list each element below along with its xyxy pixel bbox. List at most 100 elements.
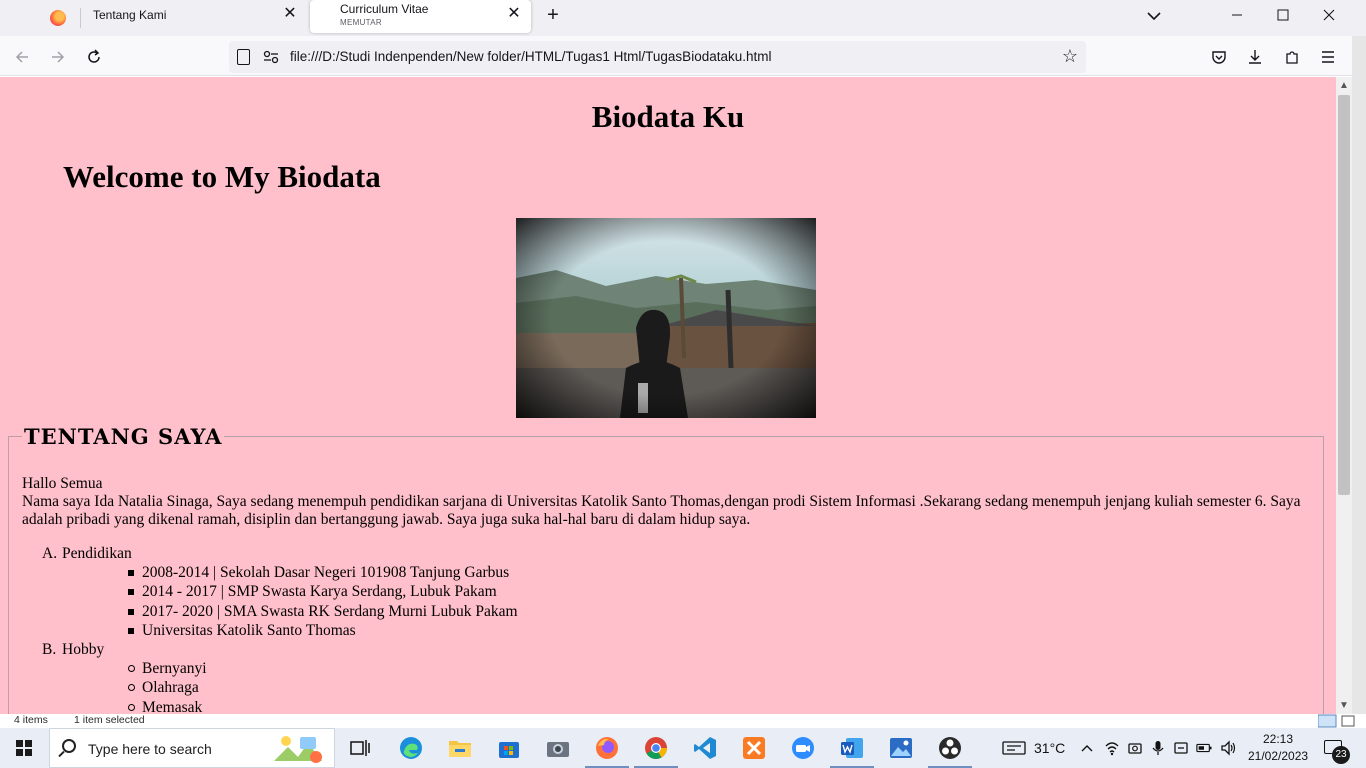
- list-item: Universitas Katolik Santo Thomas: [102, 621, 518, 640]
- pocket-button[interactable]: [1206, 44, 1232, 70]
- temperature-text[interactable]: 31°C: [1034, 728, 1065, 768]
- scroll-down-icon[interactable]: ▼: [1339, 700, 1349, 711]
- system-clock[interactable]: 22:13 21/02/2023: [1248, 731, 1308, 765]
- firefox-view-tab[interactable]: [38, 3, 78, 33]
- wifi-icon[interactable]: [1104, 740, 1120, 756]
- camera-privacy-icon[interactable]: [1127, 740, 1143, 756]
- greeting-text: Hallo Semua: [22, 475, 103, 492]
- welcome-heading: Welcome to My Biodata: [63, 159, 381, 194]
- page-title: Biodata Ku: [591, 99, 745, 134]
- edge-icon: [400, 737, 422, 759]
- bullet-circle-icon: [128, 703, 135, 711]
- explorer-status-bar: 4 items 1 item selected: [0, 714, 1366, 728]
- list-item-text: 2017- 2020 | SMA Swasta RK Serdang Murni…: [142, 602, 518, 620]
- forward-button[interactable]: [44, 44, 72, 70]
- store-icon: [499, 742, 519, 758]
- reload-button[interactable]: [80, 44, 108, 70]
- scroll-up-icon[interactable]: ▲: [1339, 80, 1349, 91]
- downloads-button[interactable]: [1242, 44, 1268, 70]
- taskbar-obs[interactable]: [928, 734, 972, 768]
- chevron-down-icon: [1147, 12, 1161, 21]
- tab-separator: [80, 8, 81, 28]
- tab-close-icon[interactable]: ✕: [281, 5, 299, 23]
- scrollbar-thumb[interactable]: [1338, 95, 1350, 495]
- window-close-button[interactable]: [1306, 0, 1352, 30]
- start-button[interactable]: [0, 728, 48, 768]
- tab-curriculum-vitae[interactable]: Curriculum Vitae MEMUTAR ✕: [310, 0, 531, 33]
- list-item-text: 2014 - 2017 | SMP Swasta Karya Serdang, …: [142, 583, 497, 601]
- taskbar-search[interactable]: Type here to search: [49, 728, 335, 768]
- page-viewport: Biodata Ku Welcome to My Biodata TENTANG…: [0, 77, 1336, 714]
- new-tab-button[interactable]: +: [541, 4, 565, 28]
- bullet-square-icon: [128, 627, 134, 634]
- about-legend: TENTANG SAYA: [22, 424, 225, 449]
- window-maximize-button[interactable]: [1260, 0, 1306, 30]
- browser-tab-bar: Tentang Kami ✕ Curriculum Vitae MEMUTAR …: [0, 0, 1366, 36]
- view-mode-icon[interactable]: [1318, 714, 1358, 728]
- intro-paragraph: Nama saya Ida Natalia Sinaga, Saya sedan…: [22, 493, 1301, 528]
- url-bar[interactable]: file:///D:/Studi Indenpenden/New folder/…: [229, 41, 1086, 73]
- about-intro: Hallo Semua Nama saya Ida Natalia Sinaga…: [22, 475, 1322, 529]
- permissions-icon[interactable]: [263, 50, 279, 64]
- search-placeholder: Type here to search: [88, 741, 212, 757]
- puzzle-icon: [1286, 51, 1298, 64]
- education-list: 2008-2014 | Sekolah Dasar Negeri 101908 …: [62, 563, 518, 640]
- battery-icon[interactable]: [1196, 740, 1212, 756]
- taskbar-chrome[interactable]: [634, 734, 678, 768]
- taskbar-xampp[interactable]: [740, 734, 768, 762]
- arrow-left-icon: [15, 51, 28, 63]
- weather-icon: [1002, 741, 1026, 755]
- microphone-icon[interactable]: [1150, 740, 1166, 756]
- weather-widget[interactable]: [1002, 728, 1026, 768]
- tab-title: Tentang Kami: [93, 8, 167, 22]
- hobby-list: Bernyanyi Olahraga Memasak: [62, 659, 518, 714]
- taskbar-firefox[interactable]: [585, 734, 629, 768]
- task-view-button[interactable]: [346, 734, 374, 762]
- item-count: 4 items: [14, 714, 48, 726]
- window-minimize-button[interactable]: [1214, 0, 1260, 30]
- word-icon: [841, 738, 863, 758]
- taskbar-edge[interactable]: [397, 734, 425, 762]
- search-highlight-icon[interactable]: [272, 733, 328, 765]
- back-button[interactable]: [8, 44, 36, 70]
- bullet-square-icon: [128, 608, 134, 615]
- url-text[interactable]: file:///D:/Studi Indenpenden/New folder/…: [290, 49, 772, 64]
- bullet-square-icon: [128, 570, 134, 577]
- chevron-up-icon: [1081, 745, 1093, 752]
- taskbar-microsoft-store[interactable]: [495, 734, 523, 762]
- folder-icon: [449, 741, 471, 757]
- list-item: Memasak: [102, 698, 518, 714]
- list-item: 2008-2014 | Sekolah Dasar Negeri 101908 …: [102, 563, 518, 582]
- taskbar-zoom[interactable]: [789, 734, 817, 762]
- bullet-circle-icon: [128, 665, 135, 673]
- taskbar-camera[interactable]: [544, 734, 572, 762]
- page-icon: [237, 49, 250, 65]
- list-item: 2017- 2020 | SMA Swasta RK Serdang Murni…: [102, 602, 518, 621]
- bookmark-star-icon[interactable]: ☆: [1062, 46, 1078, 67]
- taskbar-file-explorer[interactable]: [446, 734, 474, 762]
- usb-device-icon[interactable]: [1173, 740, 1189, 756]
- taskbar-vscode[interactable]: [691, 734, 719, 762]
- chrome-icon: [645, 737, 667, 759]
- notification-badge[interactable]: 23: [1332, 746, 1350, 764]
- list-item-hobby: B. Hobby Bernyanyi Olahraga Memasak: [22, 640, 518, 714]
- taskbar-word[interactable]: [830, 734, 874, 768]
- volume-icon[interactable]: [1220, 740, 1236, 756]
- tab-tentang-kami[interactable]: Tentang Kami ✕: [82, 3, 308, 33]
- list-item: Olahraga: [102, 678, 518, 697]
- extensions-button[interactable]: [1279, 44, 1305, 70]
- list-item-education: A. Pendidikan 2008-2014 | Sekolah Dasar …: [22, 544, 518, 640]
- selection-count: 1 item selected: [74, 714, 145, 726]
- app-menu-button[interactable]: [1315, 44, 1341, 70]
- page-scrollbar[interactable]: ▲ ▼: [1336, 77, 1352, 714]
- list-all-tabs-button[interactable]: [1143, 5, 1165, 27]
- list-item-text: Bernyanyi: [142, 660, 207, 678]
- list-item-text: 2008-2014 | Sekolah Dasar Negeri 101908 …: [142, 564, 510, 582]
- taskbar-photos[interactable]: [887, 734, 915, 762]
- show-hidden-icons-button[interactable]: [1080, 728, 1094, 768]
- tab-close-icon[interactable]: ✕: [505, 5, 523, 23]
- bullet-circle-icon: [128, 684, 135, 692]
- obs-icon: [939, 737, 961, 759]
- photos-icon: [890, 738, 912, 758]
- windows-logo-icon: [16, 740, 32, 756]
